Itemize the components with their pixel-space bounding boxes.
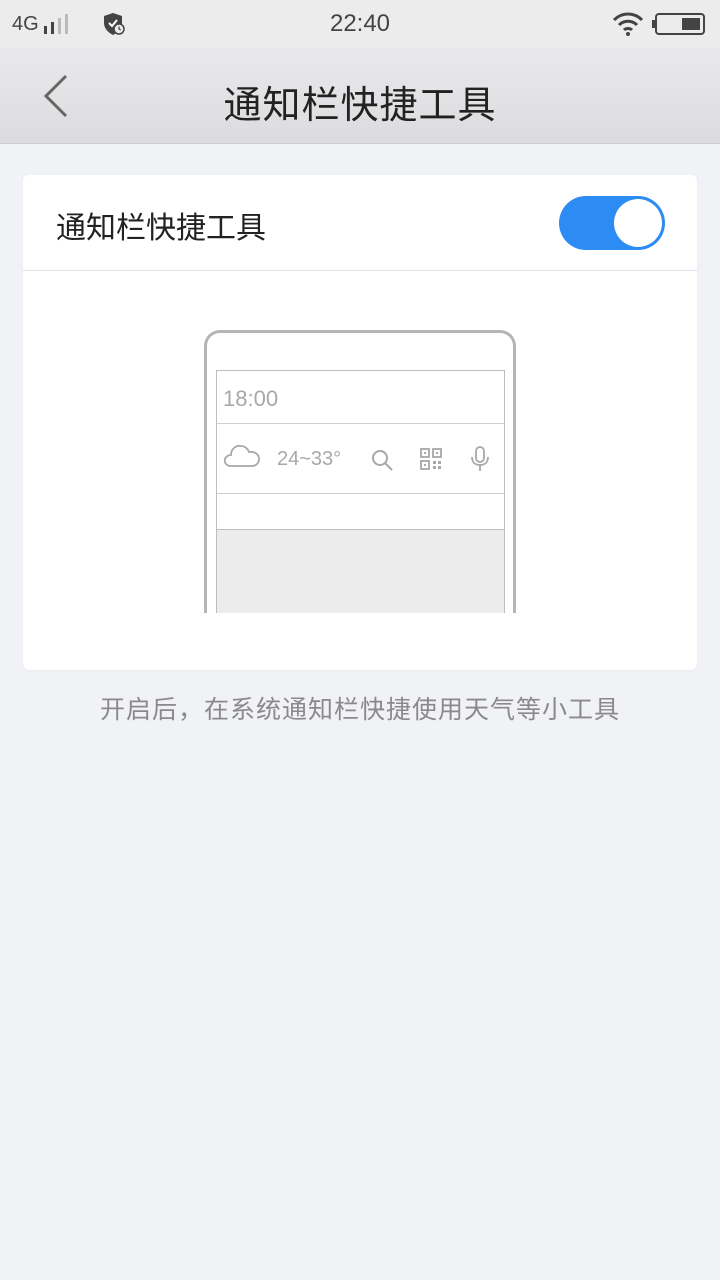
wifi-icon (612, 12, 644, 36)
preview-content-area (217, 530, 504, 613)
header-bar: 通知栏快捷工具 (0, 48, 720, 144)
preview-time: 18:00 (223, 386, 279, 411)
preview-empty-row (217, 494, 504, 530)
page-title: 通知栏快捷工具 (223, 83, 497, 127)
preview-widget-row: 24~33° (217, 424, 504, 494)
search-icon (372, 450, 393, 471)
preview-temperature: 24~33° (277, 448, 342, 470)
setting-row: 通知栏快捷工具 (23, 175, 697, 271)
battery-icon (652, 13, 705, 35)
settings-card: 通知栏快捷工具 18:00 24~33° (23, 175, 697, 670)
cloud-icon (223, 444, 260, 467)
preview-time-row: 18:00 (217, 371, 504, 424)
phone-preview-illustration: 18:00 24~33° (204, 330, 516, 613)
quick-tools-toggle[interactable] (559, 196, 665, 250)
toggle-knob (614, 199, 662, 247)
feature-description: 开启后，在系统通知栏快捷使用天气等小工具 (99, 695, 620, 724)
status-bar: 4G 22:40 (0, 0, 720, 48)
phone-screen: 18:00 24~33° (216, 370, 505, 613)
setting-label: 通知栏快捷工具 (56, 211, 266, 246)
qr-code-icon (420, 448, 442, 470)
microphone-icon (471, 446, 489, 471)
